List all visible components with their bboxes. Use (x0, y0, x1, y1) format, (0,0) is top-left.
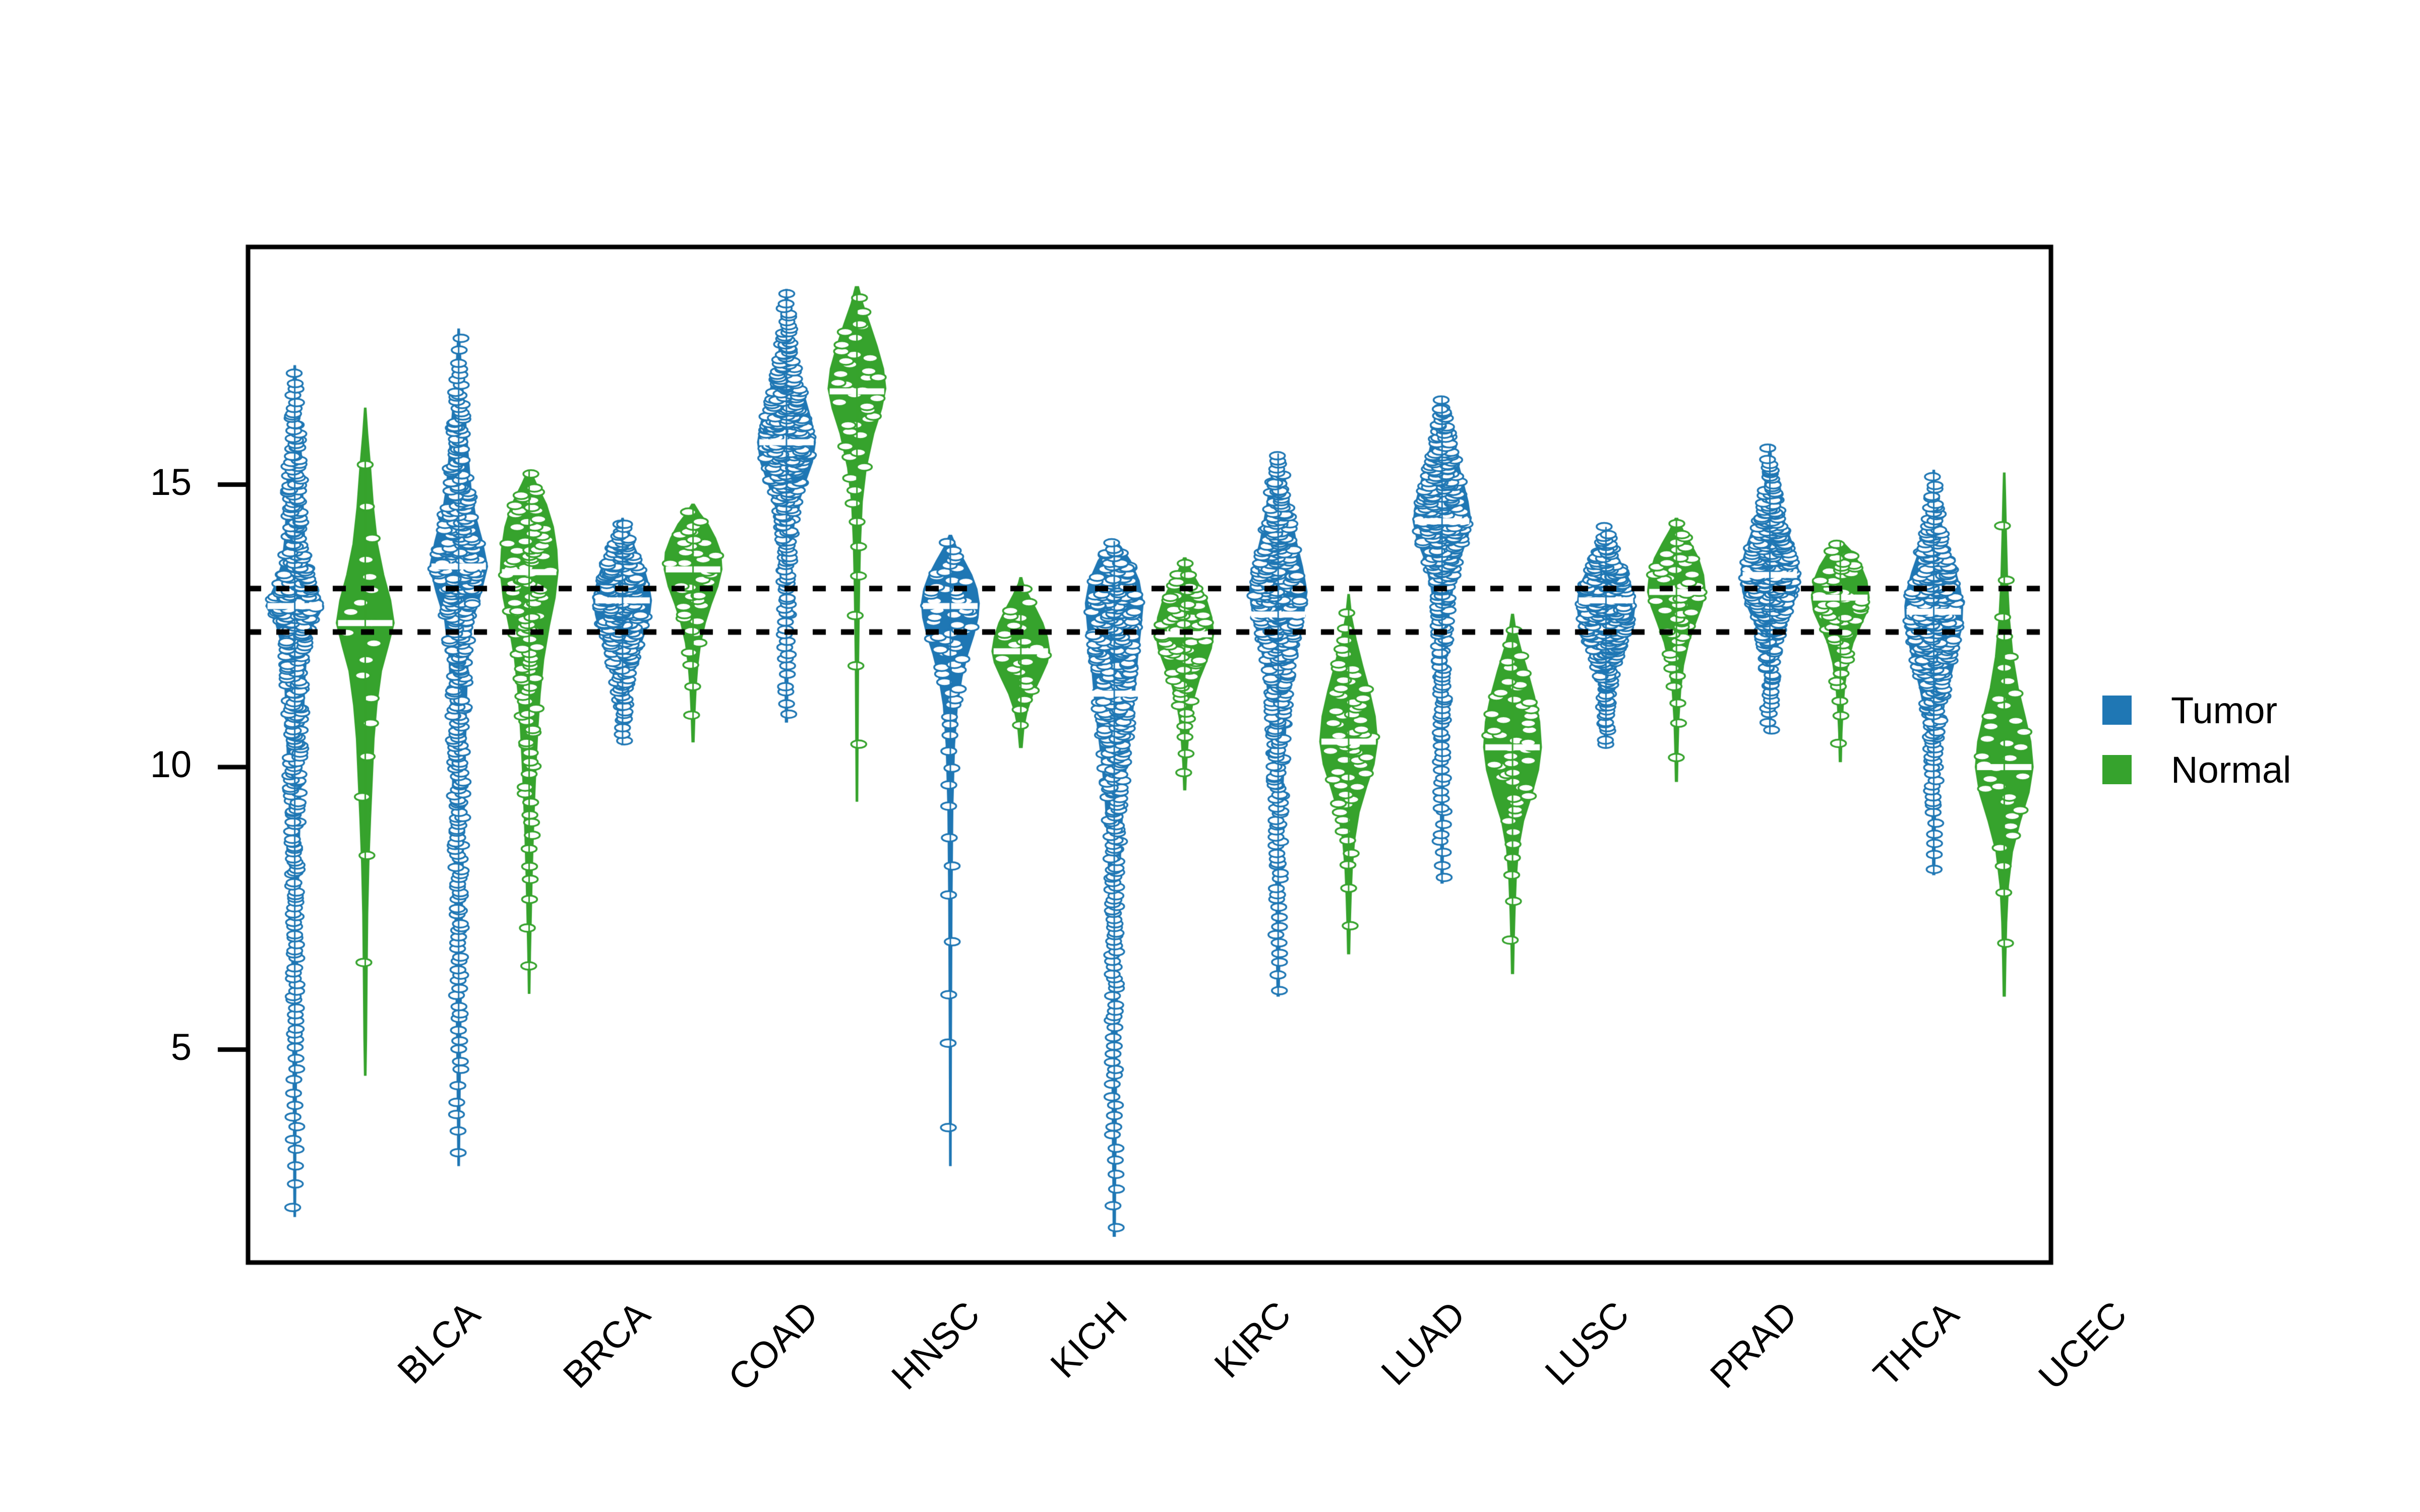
legend-swatch-normal (2102, 755, 2132, 784)
legend: Tumor Normal (2102, 680, 2385, 799)
legend-item-tumor[interactable]: Tumor (2102, 680, 2385, 740)
violin-plot-canvas (0, 0, 2420, 1512)
legend-swatch-tumor (2102, 696, 2132, 725)
y-tick-label-15: 15 (150, 461, 192, 503)
y-tick-label-10: 10 (150, 743, 192, 785)
legend-label-normal: Normal (2171, 748, 2291, 791)
legend-item-normal[interactable]: Normal (2102, 740, 2385, 799)
y-tick-label-5: 5 (170, 1026, 192, 1068)
legend-label-tumor: Tumor (2171, 689, 2278, 731)
figure-root: DSP mRNA Expression (RNASeq V2, log2) 15… (0, 0, 2420, 1512)
